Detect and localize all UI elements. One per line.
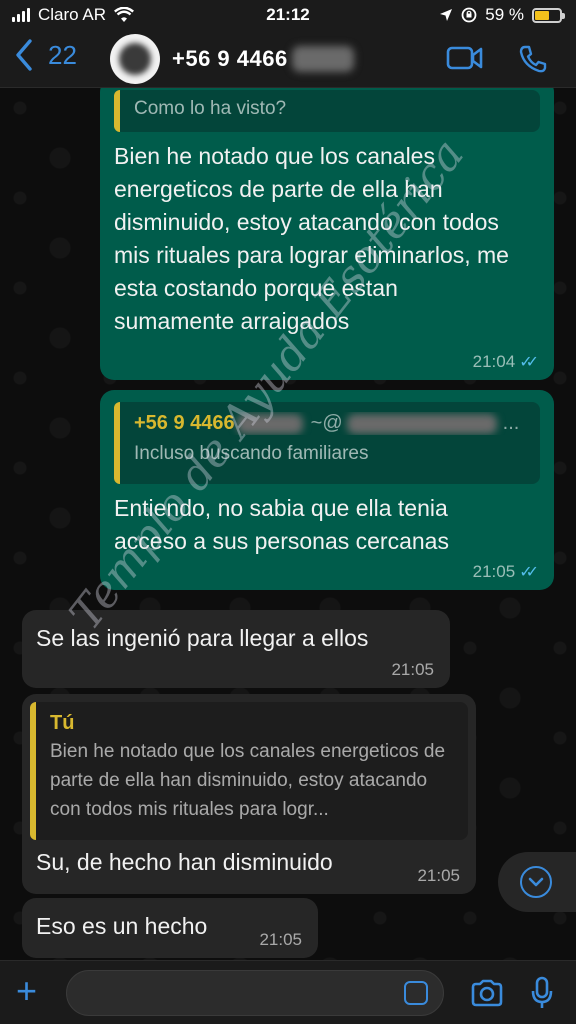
sticker-icon[interactable] <box>404 981 428 1005</box>
message-bubble-incoming[interactable]: Se las ingenió para llegar a ellos 21:05 <box>22 610 450 688</box>
redacted-blur <box>346 413 497 434</box>
redacted-blur <box>236 413 303 434</box>
avatar[interactable] <box>110 34 160 84</box>
message-text: Su, de hecho han disminuido <box>36 849 333 875</box>
read-checkmarks-icon: ✓✓ <box>519 564 539 581</box>
message-time: 21:05 ✓✓ <box>472 562 539 581</box>
orientation-lock-icon <box>461 7 477 23</box>
message-bubble-incoming[interactable]: Tú Bien he notado que los canales energe… <box>22 694 476 894</box>
contact-name[interactable]: +56 9 4466 <box>172 46 354 72</box>
chat-area[interactable]: Como lo ha visto? Bien he notado que los… <box>0 88 576 960</box>
voice-call-icon[interactable] <box>518 44 548 74</box>
quoted-text: Incluso buscando familiares <box>134 443 369 464</box>
redacted-blur <box>291 46 354 72</box>
battery-percent: 59 % <box>485 5 524 24</box>
quoted-message[interactable]: +56 9 4466 ~@ ... Incluso buscando famil… <box>114 402 540 484</box>
battery-icon <box>532 7 565 23</box>
message-time: 21:05 <box>391 660 434 679</box>
read-checkmarks-icon: ✓✓ <box>519 354 539 371</box>
message-text: Entiendo, no sabia que ella tenia acceso… <box>114 495 449 554</box>
unread-count: 22 <box>48 39 77 70</box>
message-time: 21:05 <box>417 866 460 885</box>
status-bar: Claro AR 21:12 59 % <box>0 0 576 30</box>
message-bubble-outgoing[interactable]: Como lo ha visto? Bien he notado que los… <box>100 88 554 380</box>
message-text: Se las ingenió para llegar a ellos <box>36 625 369 651</box>
quoted-message[interactable]: Tú Bien he notado que los canales energe… <box>30 702 468 840</box>
message-input[interactable] <box>66 970 444 1016</box>
location-arrow-icon <box>440 9 453 21</box>
message-bubble-outgoing[interactable]: +56 9 4466 ~@ ... Incluso buscando famil… <box>100 390 554 590</box>
chevron-down-icon <box>520 866 552 898</box>
microphone-icon[interactable] <box>530 976 554 1010</box>
message-time: 21:04 ✓✓ <box>472 352 539 371</box>
quoted-text: Bien he notado que los canales energetic… <box>50 741 446 820</box>
quoted-text: Como lo ha visto? <box>134 98 287 119</box>
message-composer: + <box>0 960 576 1024</box>
chat-header: 22 +56 9 4466 <box>0 30 576 88</box>
video-call-icon[interactable] <box>446 44 484 72</box>
message-bubble-incoming[interactable]: Eso es un hecho 21:05 <box>22 898 318 958</box>
message-text: Bien he notado que los canales energetic… <box>114 143 509 334</box>
chevron-left-icon <box>16 39 32 71</box>
attach-plus-icon[interactable]: + <box>16 973 37 1009</box>
back-button[interactable]: 22 <box>14 38 77 72</box>
camera-icon[interactable] <box>470 979 504 1007</box>
quoted-author: +56 9 4466 ~@ ... <box>134 412 520 434</box>
scroll-to-bottom-button[interactable] <box>498 852 576 912</box>
quoted-author: Tú <box>50 712 75 734</box>
message-time: 21:05 <box>259 930 302 949</box>
quoted-message[interactable]: Como lo ha visto? <box>114 90 540 132</box>
